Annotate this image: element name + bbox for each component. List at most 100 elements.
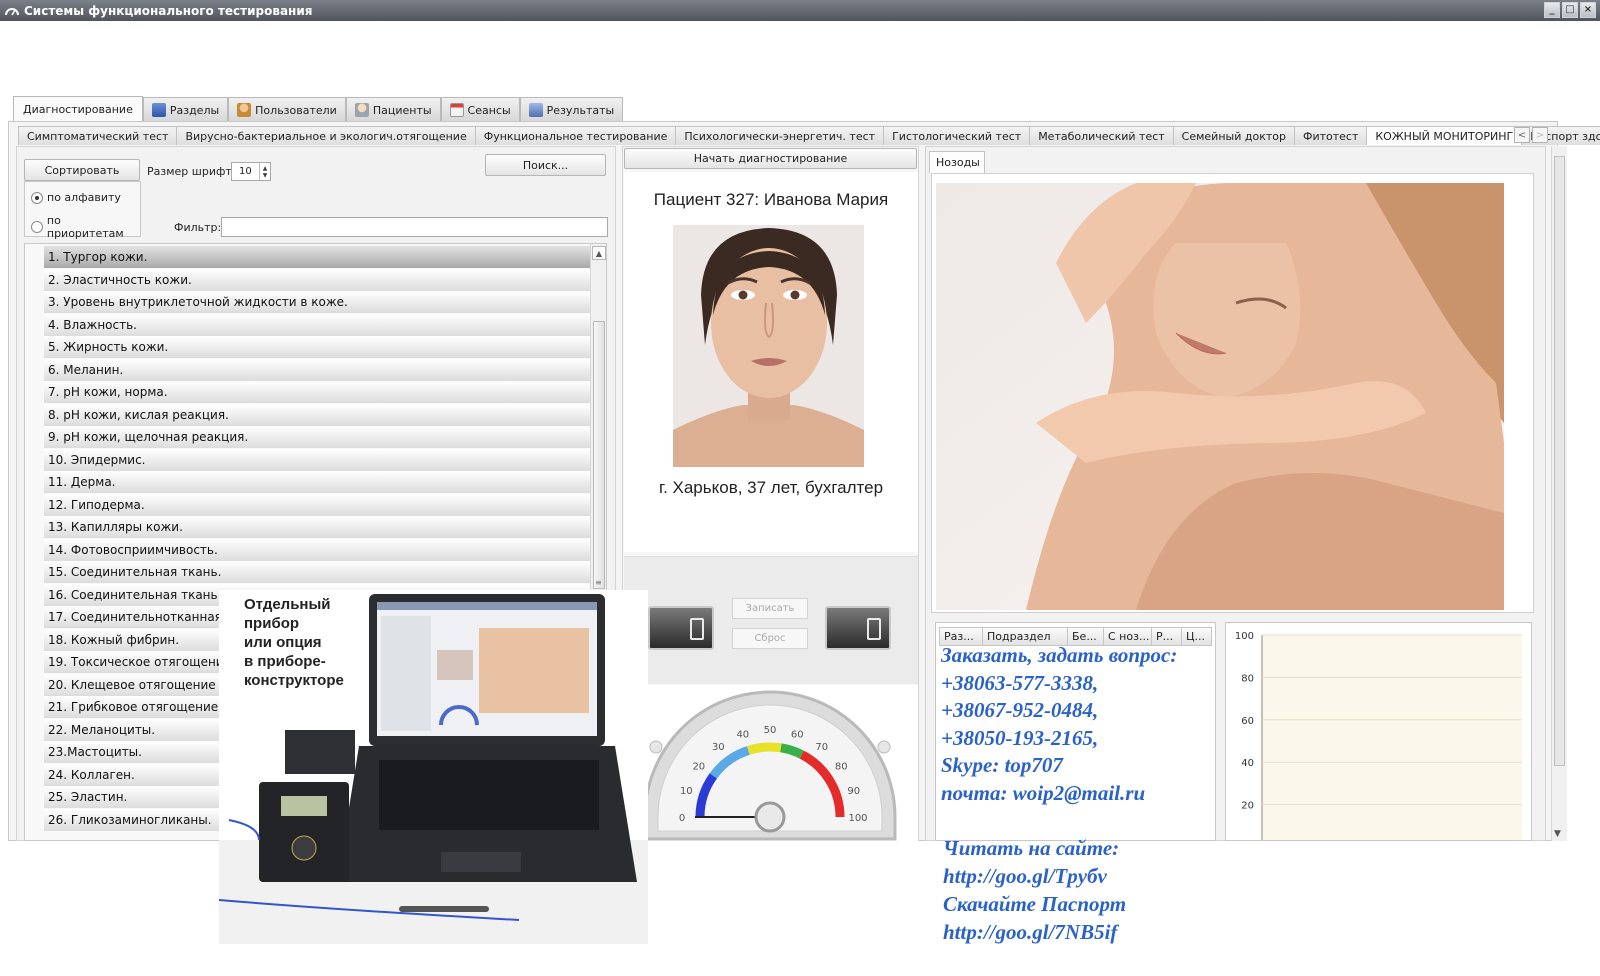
chart-svg: 100 80 60 40 20 bbox=[1235, 631, 1522, 845]
list-item[interactable]: 10. Эпидермис. bbox=[44, 448, 590, 471]
font-size-value: 10 bbox=[239, 166, 252, 177]
tab-users[interactable]: Пользователи bbox=[228, 97, 346, 122]
gauge-hub bbox=[754, 801, 786, 833]
maximize-button[interactable]: □ bbox=[1562, 2, 1578, 18]
list-item[interactable]: 6. Меланин. bbox=[44, 358, 590, 381]
record-button[interactable]: Записать bbox=[732, 598, 808, 619]
list-item[interactable]: 5. Жирность кожи. bbox=[44, 336, 590, 358]
right-display bbox=[825, 606, 891, 650]
y-tick-label: 20 bbox=[1241, 801, 1254, 812]
scroll-thumb[interactable] bbox=[593, 321, 605, 589]
list-item[interactable]: 13. Капилляры кожи. bbox=[44, 516, 590, 538]
left-display bbox=[648, 606, 714, 650]
list-item[interactable]: 14. Фотовосприимчивость. bbox=[44, 538, 590, 561]
right-scrollbar[interactable]: ▼ bbox=[1551, 146, 1567, 841]
tab-label: Диагностирование bbox=[23, 103, 133, 116]
list-item[interactable]: 1. Тургор кожи. bbox=[44, 246, 590, 268]
filter-input[interactable] bbox=[221, 217, 608, 237]
radio-label: по приоритетам bbox=[46, 214, 124, 240]
minimize-button[interactable]: _ bbox=[1544, 2, 1560, 18]
list-item[interactable]: 9. pH кожи, щелочная реакция. bbox=[44, 426, 590, 448]
tab-sessions[interactable]: Сеансы bbox=[440, 97, 520, 122]
list-item[interactable]: 8. pH кожи, кислая реакция. bbox=[44, 403, 590, 426]
radio-label: по алфавиту bbox=[47, 191, 121, 204]
start-diagnostics-button[interactable]: Начать диагностирование bbox=[624, 148, 917, 169]
gauge-tick-label: 100 bbox=[848, 813, 867, 824]
contact-phone[interactable]: +38063-577-3338, bbox=[941, 670, 1177, 698]
ad-caption-line: в приборе- bbox=[244, 653, 326, 670]
results-icon bbox=[528, 103, 543, 117]
tab-nosodes[interactable]: Нозоды bbox=[929, 151, 985, 173]
tab-label: Разделы bbox=[169, 103, 220, 117]
tab-label: Пользователи bbox=[255, 103, 337, 117]
ad-caption: Отдельный прибор или опция в приборе- ко… bbox=[244, 595, 344, 690]
tab-label: Сеансы bbox=[467, 103, 511, 117]
subtab-viral-bacterial[interactable]: Вирусно-бактериальное и экологич.отягоще… bbox=[176, 126, 476, 145]
site-link[interactable]: http://goo.gl/Tpyбv bbox=[943, 862, 1126, 890]
ad-caption-line: конструкторе bbox=[244, 672, 344, 689]
gauge-tick-label: 40 bbox=[736, 729, 749, 740]
list-item[interactable]: 7. pH кожи, норма. bbox=[44, 381, 590, 403]
subtab-symptomatic[interactable]: Симптоматический тест bbox=[18, 126, 178, 145]
gauge-tick-label: 90 bbox=[847, 786, 860, 797]
tab-label: Результаты bbox=[546, 103, 615, 117]
radio-dot-icon bbox=[31, 221, 43, 233]
font-size-spinner[interactable]: 10 ▲ ▼ bbox=[231, 162, 271, 181]
sub-tabs: Симптоматический тест Вирусно-бактериаль… bbox=[18, 126, 1600, 145]
reset-button[interactable]: Сброс bbox=[732, 628, 808, 649]
gauge-tick-label: 60 bbox=[791, 729, 804, 740]
sort-radio-group: по алфавиту по приоритетам bbox=[24, 181, 141, 240]
ad-caption-line: Отдельный bbox=[244, 596, 331, 613]
y-tick-label: 60 bbox=[1241, 716, 1254, 727]
gauge-tick-label: 30 bbox=[712, 742, 725, 753]
scroll-up-icon[interactable]: ▲ bbox=[592, 246, 606, 260]
site-link[interactable]: http://goo.gl/7NB5if bbox=[943, 918, 1126, 946]
tab-patients[interactable]: Пациенты bbox=[345, 97, 441, 122]
subtab-skin-monitoring[interactable]: КОЖНЫЙ МОНИТОРИНГ bbox=[1366, 126, 1523, 145]
title-bar: Системы функционального тестирования _ □… bbox=[0, 0, 1600, 21]
column-header[interactable]: Ц... bbox=[1181, 627, 1212, 646]
contact-skype[interactable]: Skype: top707 bbox=[941, 752, 1177, 780]
list-item[interactable]: 2. Эластичность кожи. bbox=[44, 268, 590, 291]
results-chart: 100 80 60 40 20 bbox=[1225, 622, 1532, 845]
tabs-scroll-left-icon[interactable]: < bbox=[1514, 127, 1530, 143]
sort-button[interactable]: Сортировать bbox=[24, 159, 140, 181]
gauge-tick-label: 10 bbox=[680, 786, 693, 797]
subtab-histological[interactable]: Гистологический тест bbox=[883, 126, 1031, 145]
subtab-phytotest[interactable]: Фитотест bbox=[1293, 126, 1368, 145]
gauge-tick-label: 80 bbox=[835, 761, 848, 772]
y-tick-label: 100 bbox=[1235, 631, 1254, 642]
gauge-tick-label: 20 bbox=[692, 761, 705, 772]
scroll-down-icon[interactable]: ▼ bbox=[1554, 829, 1561, 839]
tab-diagnostics[interactable]: Диагностирование bbox=[13, 96, 143, 122]
contact-phone[interactable]: +38067-952-0484, bbox=[941, 697, 1177, 725]
list-item[interactable]: 4. Влажность. bbox=[44, 313, 590, 336]
patient-icon bbox=[354, 103, 369, 117]
list-item[interactable]: 11. Дерма. bbox=[44, 471, 590, 493]
radio-priority[interactable]: по приоритетам bbox=[31, 214, 140, 240]
gauge-area: 0 10 20 30 40 50 60 70 80 90 100 bbox=[624, 685, 918, 841]
radio-alphabetical[interactable]: по алфавиту bbox=[31, 191, 121, 204]
tab-sections[interactable]: Разделы bbox=[142, 97, 229, 122]
gauge-tick-label: 0 bbox=[679, 813, 685, 824]
contact-phone[interactable]: +38050-193-2165, bbox=[941, 725, 1177, 753]
search-button[interactable]: Поиск... bbox=[485, 154, 606, 176]
subtab-metabolic[interactable]: Метаболический тест bbox=[1029, 126, 1174, 145]
tab-results[interactable]: Результаты bbox=[519, 97, 624, 122]
app-icon bbox=[4, 3, 20, 19]
grip-icon: ≡ bbox=[595, 578, 602, 587]
filter-label: Фильтр: bbox=[174, 221, 222, 234]
site-line: Скачайте Паспорт bbox=[943, 892, 1127, 916]
list-item[interactable]: 12. Гиподерма. bbox=[44, 493, 590, 516]
patient-photo bbox=[673, 225, 864, 467]
contact-email[interactable]: почта: woip2@mail.ru bbox=[941, 780, 1177, 808]
list-item[interactable]: 15. Соединительная ткань. bbox=[44, 561, 590, 583]
spinner-arrows-icon[interactable]: ▲ ▼ bbox=[259, 163, 270, 180]
close-button[interactable]: × bbox=[1580, 2, 1596, 18]
subtab-functional[interactable]: Функциональное тестирование bbox=[474, 126, 677, 145]
subtab-family-doctor[interactable]: Семейный доктор bbox=[1172, 126, 1295, 145]
list-item[interactable]: 3. Уровень внутриклеточной жидкости в ко… bbox=[44, 291, 590, 313]
subtab-psycho-energetic[interactable]: Психологически-энергетич. тест bbox=[675, 126, 885, 145]
tabs-scroll-right-icon[interactable]: > bbox=[1532, 127, 1548, 143]
scroll-thumb[interactable] bbox=[1554, 156, 1565, 766]
